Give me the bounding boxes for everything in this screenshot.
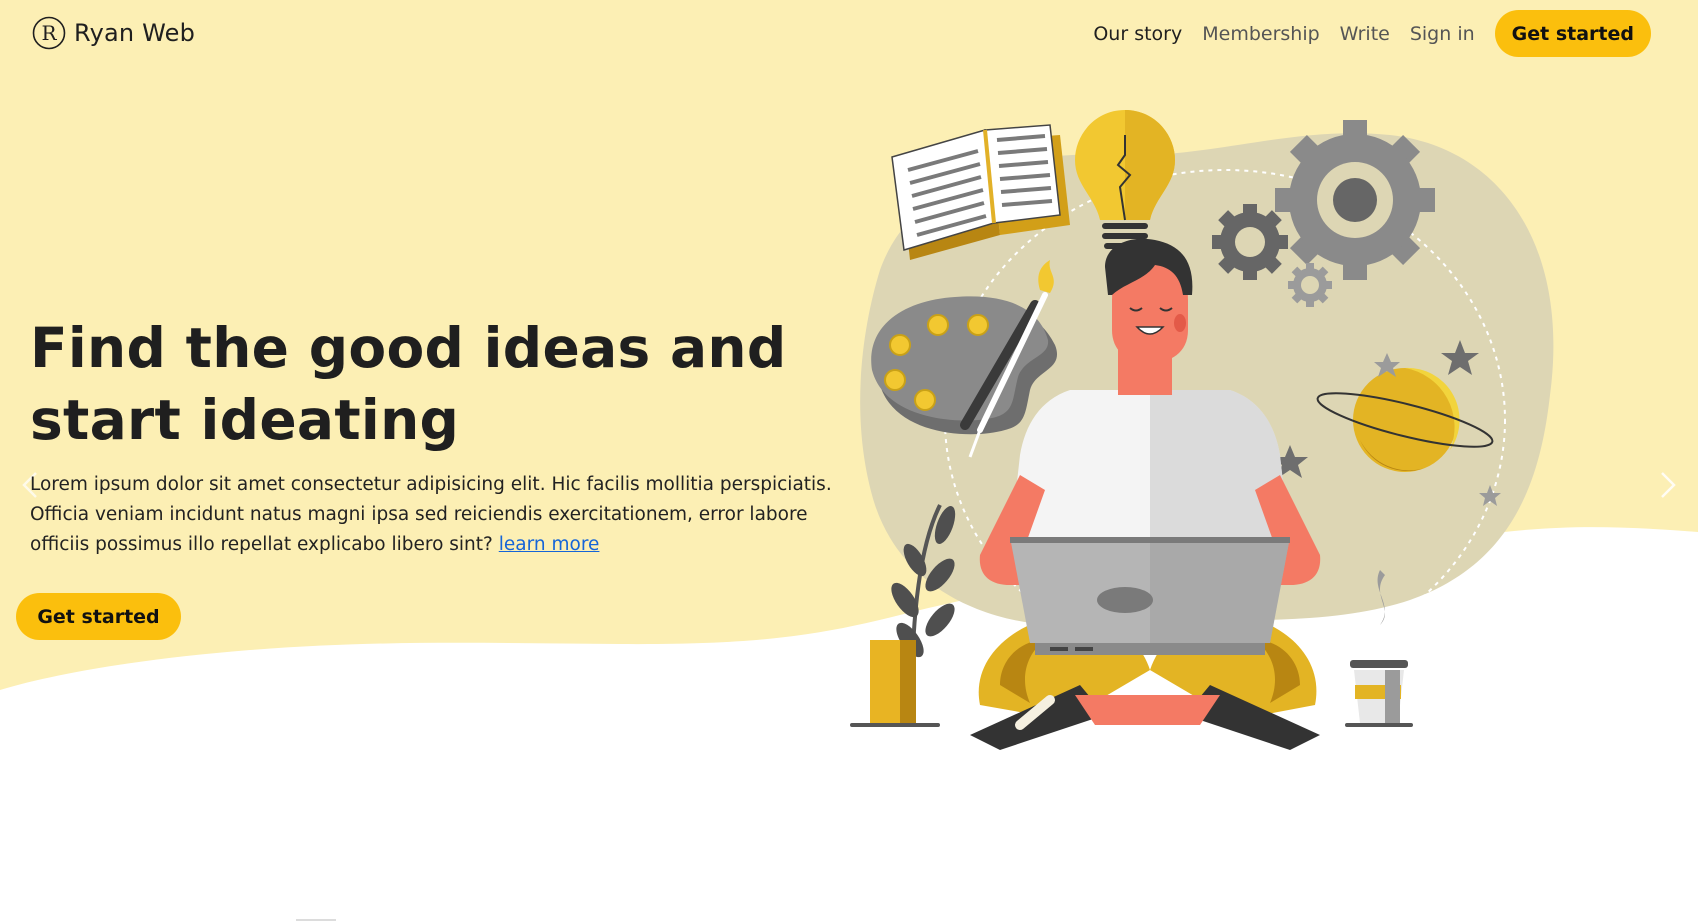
hero-description: Lorem ipsum dolor sit amet consectetur a… <box>30 470 840 560</box>
hero-get-started-button[interactable]: Get started <box>16 593 181 640</box>
hero-copy: Find the good ideas and start ideating L… <box>30 312 860 560</box>
chevron-right-icon[interactable] <box>1654 470 1680 500</box>
nav-write[interactable]: Write <box>1340 23 1390 45</box>
learn-more-link[interactable]: learn more <box>499 534 600 555</box>
circled-r-logo-icon: R <box>32 16 66 50</box>
main-nav: Our story Membership Write Sign in Get s… <box>1093 10 1651 57</box>
nav-membership[interactable]: Membership <box>1202 23 1319 45</box>
nav-sign-in[interactable]: Sign in <box>1410 23 1475 45</box>
landing-page: R Ryan Web Our story Membership Write Si… <box>0 0 1698 923</box>
hero-body-text: Lorem ipsum dolor sit amet consectetur a… <box>30 474 832 555</box>
brand-logo[interactable]: R Ryan Web <box>32 16 195 50</box>
svg-text:R: R <box>41 21 57 45</box>
site-header: R Ryan Web Our story Membership Write Si… <box>0 0 1698 68</box>
hero-title: Find the good ideas and start ideating <box>30 316 787 452</box>
header-get-started-button[interactable]: Get started <box>1494 10 1651 57</box>
person-with-laptop-illustration <box>850 110 1554 750</box>
scroll-indicator <box>296 919 336 921</box>
nav-our-story[interactable]: Our story <box>1093 23 1182 45</box>
brand-name: Ryan Web <box>74 19 196 47</box>
